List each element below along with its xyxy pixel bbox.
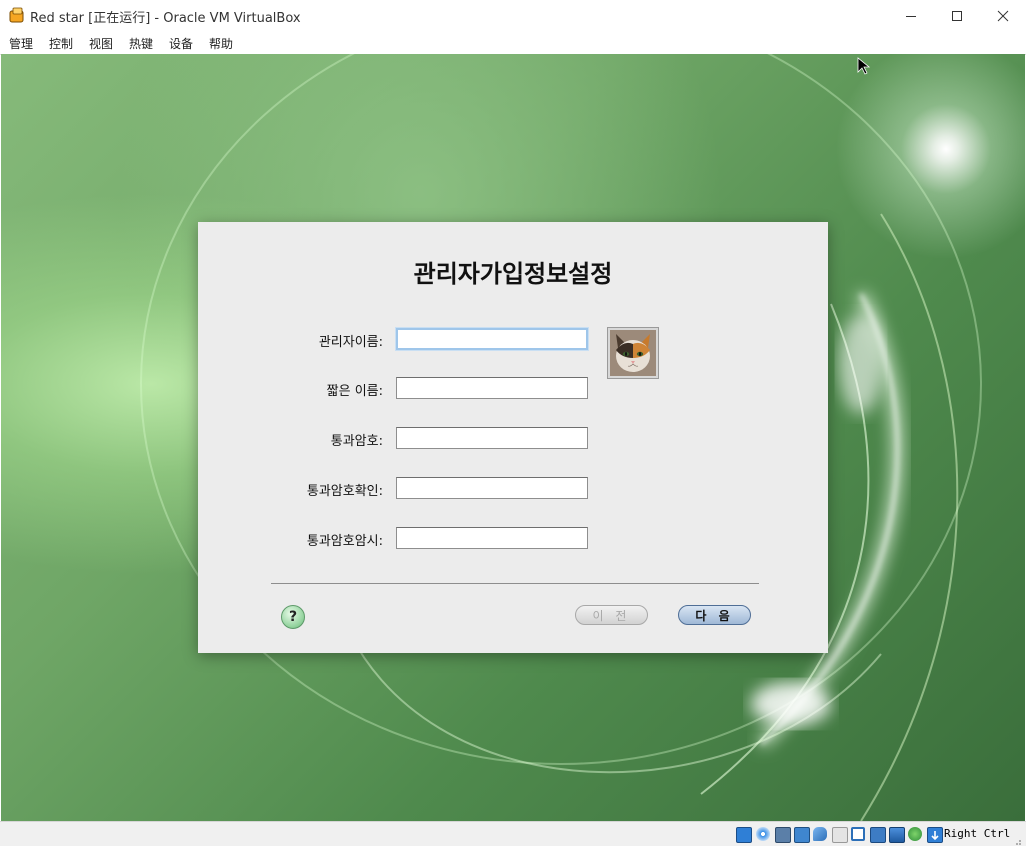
- password-input[interactable]: [396, 427, 588, 449]
- short-name-input[interactable]: [396, 377, 588, 399]
- network-icon[interactable]: [794, 827, 810, 843]
- maximize-button[interactable]: [934, 0, 980, 31]
- cpu-icon[interactable]: [908, 827, 922, 841]
- menu-manage[interactable]: 管理: [9, 35, 33, 52]
- previous-button[interactable]: 이 전: [575, 605, 648, 625]
- virtualbox-app-icon: [9, 7, 25, 23]
- next-button[interactable]: 다 음: [678, 605, 751, 625]
- menu-control[interactable]: 控制: [49, 35, 73, 52]
- dialog-divider: [271, 583, 759, 584]
- guest-additions-icon[interactable]: [889, 827, 905, 843]
- mouse-integration-icon[interactable]: [927, 827, 943, 843]
- menu-view[interactable]: 视图: [89, 35, 113, 52]
- host-key-label: Right Ctrl: [944, 827, 1011, 840]
- video-capture-icon[interactable]: [870, 827, 886, 843]
- menu-help[interactable]: 帮助: [209, 35, 233, 52]
- close-button[interactable]: [980, 0, 1026, 31]
- optical-drive-icon[interactable]: [756, 827, 770, 841]
- cat-avatar-icon: [610, 330, 656, 376]
- user-avatar[interactable]: [607, 327, 659, 379]
- password-hint-label: 통과암호암시:: [306, 534, 383, 549]
- dialog-title: 관리자가입정보설정: [413, 260, 613, 288]
- password-confirm-label: 통과암호확인:: [306, 484, 383, 499]
- display-icon[interactable]: [851, 827, 865, 841]
- password-confirm-input[interactable]: [396, 477, 588, 499]
- status-bar: Right Ctrl: [0, 821, 1026, 846]
- hard-disk-icon[interactable]: [736, 827, 752, 843]
- menu-bar: 管理 控制 视图 热键 设备 帮助: [0, 31, 1026, 55]
- mouse-cursor-icon: [857, 57, 871, 75]
- minimize-icon: [906, 15, 916, 17]
- admin-name-label: 관리자이름:: [318, 335, 383, 350]
- help-icon: ?: [288, 609, 298, 625]
- admin-name-input[interactable]: [396, 328, 588, 350]
- usb-icon[interactable]: [813, 827, 827, 841]
- resize-grip-icon[interactable]: [1012, 831, 1022, 845]
- shared-folders-icon[interactable]: [832, 827, 848, 843]
- guest-desktop: 관리자가입정보설정 관리자이름: 짧은 이름: 통과암호: 통과암호확인: 통과…: [1, 54, 1025, 821]
- help-button[interactable]: ?: [281, 605, 305, 629]
- maximize-icon: [952, 10, 962, 21]
- short-name-label: 짧은 이름:: [326, 384, 383, 399]
- close-icon: [997, 10, 1009, 21]
- audio-icon[interactable]: [775, 827, 791, 843]
- password-label: 통과암호:: [330, 434, 383, 449]
- password-hint-input[interactable]: [396, 527, 588, 549]
- window-titlebar: Red star [正在运行] - Oracle VM VirtualBox: [0, 0, 1026, 31]
- minimize-button[interactable]: [888, 0, 934, 31]
- window-title: Red star [正在运行] - Oracle VM VirtualBox: [30, 11, 301, 26]
- menu-devices[interactable]: 设备: [169, 35, 193, 52]
- menu-hotkey[interactable]: 热键: [129, 35, 153, 52]
- admin-setup-dialog: 관리자가입정보설정 관리자이름: 짧은 이름: 통과암호: 통과암호확인: 통과…: [198, 222, 828, 653]
